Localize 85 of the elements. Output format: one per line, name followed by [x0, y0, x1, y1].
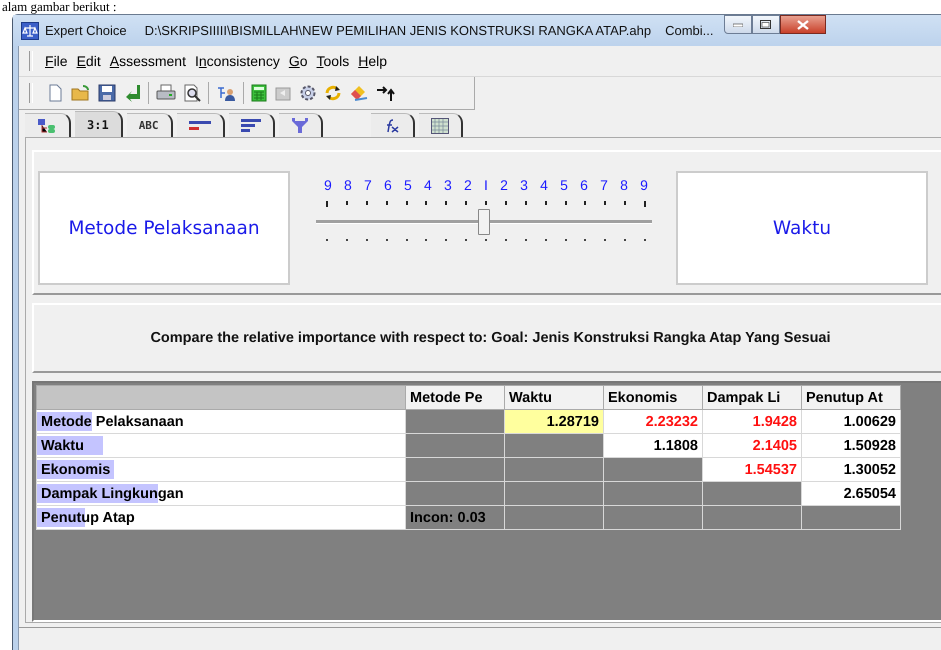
- column-header: Ekonomis: [604, 386, 702, 410]
- scale-number: 3: [520, 177, 528, 193]
- element-name: Metode Pelaksanaan: [68, 218, 260, 238]
- tree-icon: [37, 118, 57, 134]
- file-path: D:\SKRIPSIIIII\BISMILLAH\NEW PEMILIHAN JENIS KONSTRUKSI RANGKA ATAP.ahp: [144, 23, 652, 38]
- menu-item[interactable]: Assessment: [106, 52, 189, 70]
- element-name: Waktu: [772, 218, 832, 238]
- maximize-icon: [760, 20, 771, 29]
- judgment-cell[interactable]: 1.9428: [702, 410, 802, 434]
- judgment-cell[interactable]: 1.1808: [604, 434, 702, 458]
- judgment-cell[interactable]: 1.54537: [702, 458, 802, 482]
- judgment-cell[interactable]: 2.23232: [604, 410, 702, 434]
- judgment-cell[interactable]: 1.28719: [504, 410, 604, 434]
- window-title: Expert Choice: [45, 23, 127, 38]
- column-header: Dampak Li: [702, 386, 802, 410]
- view-tab[interactable]: ABC: [126, 113, 173, 137]
- minimize-button[interactable]: [724, 15, 752, 34]
- scale-number: 4: [540, 177, 548, 193]
- view-tab-formula[interactable]: [370, 113, 415, 137]
- judgment-cell[interactable]: 1.50928: [802, 434, 900, 458]
- scale-number: 6: [384, 177, 392, 193]
- column-header: Penutup At: [802, 386, 900, 410]
- scales-icon: [21, 22, 39, 40]
- judgment-cell[interactable]: 2.65054: [802, 482, 900, 506]
- column-header: Metode Pe: [406, 386, 504, 410]
- judgment-cell[interactable]: 2.1405: [702, 434, 802, 458]
- scale-number: 4: [424, 177, 432, 193]
- print-icon[interactable]: [156, 84, 176, 102]
- bar-chart-icon: [240, 118, 261, 132]
- comparison-prompt: Compare the relative importance with respect to: Goal: Jenis Konstruksi Rangka Atap Yang Sesuai: [150, 330, 831, 346]
- slider-thumb[interactable]: [478, 209, 490, 235]
- menu-item[interactable]: File: [42, 52, 71, 70]
- folder-icon[interactable]: [71, 84, 91, 102]
- scale-number: 5: [404, 177, 412, 193]
- arrows-icon[interactable]: [376, 84, 396, 102]
- document-text: alam gambar berikut :: [2, 0, 116, 14]
- menu-item[interactable]: Help: [355, 52, 390, 70]
- scale-number: 9: [324, 177, 332, 193]
- print-preview-icon[interactable]: [183, 84, 201, 102]
- menu-item[interactable]: Tools: [314, 52, 352, 70]
- scale-number: 5: [560, 177, 568, 193]
- close-icon: [796, 20, 808, 30]
- view-tab-icon[interactable]: [228, 113, 275, 137]
- row-label[interactable]: Penutup Atap: [36, 506, 406, 530]
- eraser-icon[interactable]: [349, 84, 369, 102]
- menu-item[interactable]: Go: [286, 52, 311, 70]
- gear-icon[interactable]: [299, 84, 317, 102]
- view-tab-icon[interactable]: [25, 113, 71, 137]
- scale-number: 3: [444, 177, 452, 193]
- view-tab-grid[interactable]: [418, 113, 463, 137]
- minimize-icon: [732, 22, 742, 26]
- judgment-cell[interactable]: 1.00629: [802, 410, 900, 434]
- scale-number: 9: [640, 177, 648, 193]
- scale-number: 2: [464, 177, 472, 193]
- close-button[interactable]: [780, 15, 826, 34]
- scale-number: 7: [600, 177, 608, 193]
- save-icon[interactable]: [98, 84, 116, 102]
- view-tab-icon[interactable]: [176, 113, 225, 137]
- row-label[interactable]: Metode Pelaksanaan: [36, 410, 406, 434]
- scale-number: I: [484, 177, 488, 193]
- inconsistency-cell: Incon: 0.03: [406, 506, 504, 530]
- left-element-box[interactable]: Metode Pelaksanaan: [38, 171, 290, 285]
- maximize-button[interactable]: [752, 15, 780, 34]
- row-label[interactable]: Waktu: [36, 434, 406, 458]
- refresh-icon[interactable]: [324, 84, 342, 102]
- grid-icon: [430, 118, 449, 134]
- bar-chart-icon: [188, 120, 211, 132]
- menu-item[interactable]: Edit: [74, 52, 104, 70]
- scale-number: 2: [500, 177, 508, 193]
- row-label[interactable]: Dampak Lingkungan: [36, 482, 406, 506]
- judgment-cell[interactable]: 1.30052: [802, 458, 900, 482]
- judgment-slider[interactable]: [316, 209, 652, 235]
- view-mode: Combi...: [665, 23, 714, 38]
- view-tab-icon[interactable]: [278, 113, 323, 137]
- row-label[interactable]: Ekonomis: [36, 458, 406, 482]
- funnel-icon: [290, 118, 309, 134]
- scale-number: 7: [364, 177, 372, 193]
- calculator-icon[interactable]: [251, 84, 267, 102]
- menu-item[interactable]: Inconsistency: [192, 52, 283, 70]
- scale-number: 6: [580, 177, 588, 193]
- scale-number: 8: [344, 177, 352, 193]
- scale-number: 8: [620, 177, 628, 193]
- view-tab[interactable]: 3:1: [75, 111, 123, 137]
- column-header: Waktu: [504, 386, 604, 410]
- right-element-box[interactable]: Waktu: [676, 171, 928, 285]
